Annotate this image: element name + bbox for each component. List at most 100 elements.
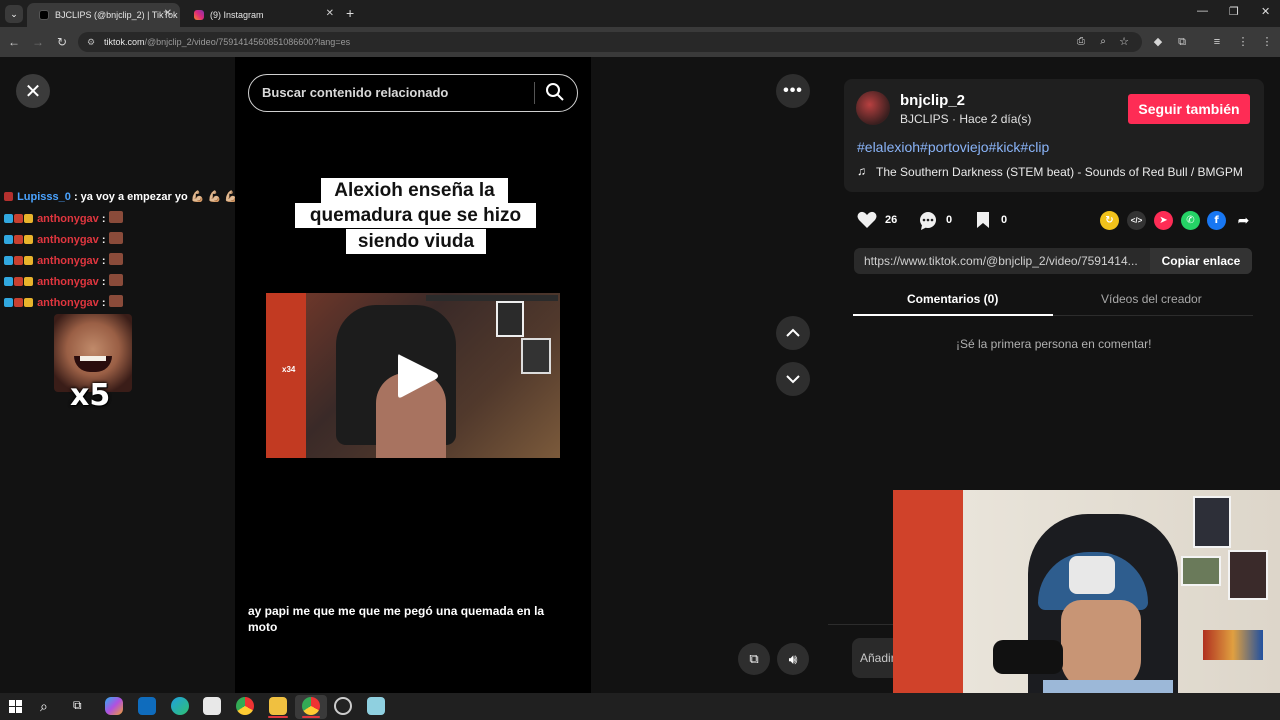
back-icon[interactable]: ← <box>6 33 22 51</box>
chrome-active-icon[interactable] <box>302 697 320 715</box>
instagram-icon <box>194 10 204 20</box>
chat-line: anthonygav : <box>4 295 124 309</box>
tab-list-button[interactable]: ⌄ <box>5 5 23 23</box>
obs-icon[interactable] <box>334 697 352 715</box>
share-link[interactable]: https://www.tiktok.com/@bnjclip_2/video/… <box>864 248 1138 274</box>
author-username[interactable]: bnjclip_2 <box>900 92 965 109</box>
like-icon[interactable] <box>857 211 877 229</box>
menu-icon[interactable]: ⋮ <box>1235 33 1251 51</box>
reload-icon[interactable]: ↻ <box>54 33 70 51</box>
floating-player-button[interactable]: ⧉ <box>738 643 770 675</box>
puzzle-icon[interactable]: ⧉ <box>1174 33 1190 51</box>
taskbar <box>0 693 1280 720</box>
search-divider <box>534 82 535 104</box>
zoom-icon[interactable]: ⌕ <box>1095 33 1111 51</box>
chat-line: anthonygav : <box>4 232 124 246</box>
tab-creator-videos[interactable]: Vídeos del creador <box>1101 292 1202 306</box>
repost-icon[interactable]: ↻ <box>1100 211 1119 230</box>
search-icon[interactable] <box>545 82 565 102</box>
volume-icon: 🔊︎ <box>788 650 798 667</box>
url-path: /@bnjclip_2/video/7591414560851086600?la… <box>144 37 351 47</box>
hashtags[interactable]: #elalexioh#portoviejo#kick#clip <box>857 139 1049 155</box>
tab-tiktok[interactable]: BJCLIPS (@bnjclip_2) | TikTok ✕ <box>27 3 180 27</box>
tab-instagram[interactable]: (9) Instagram ✕ <box>182 3 342 27</box>
comment-count: 0 <box>946 214 953 226</box>
webcam-mic <box>993 640 1063 674</box>
task-view-icon[interactable]: ⧉ <box>73 698 82 713</box>
chat-name: anthonygav <box>37 297 99 309</box>
minimize-button[interactable]: — <box>1197 5 1208 17</box>
send-icon[interactable]: ➤ <box>1154 211 1173 230</box>
chat-name: Lupisss_0 <box>17 191 71 203</box>
music-note-icon: ♫ <box>857 164 866 178</box>
close-video-button[interactable]: ✕ <box>16 74 50 108</box>
sword-badge-icon <box>14 256 23 265</box>
crown-badge-icon <box>24 277 33 286</box>
diamond-badge-icon <box>4 277 13 286</box>
bookmark-icon[interactable] <box>975 211 991 229</box>
sword-badge-icon <box>14 277 23 286</box>
badge-icon <box>4 192 13 201</box>
avatar[interactable] <box>856 91 890 125</box>
emote-icon <box>108 253 123 265</box>
tiktok-icon <box>39 10 49 20</box>
copilot-icon[interactable] <box>105 697 123 715</box>
close-window-button[interactable]: ✕ <box>1261 5 1270 18</box>
active-app-indicator <box>302 716 320 718</box>
video-thumbnail[interactable]: x34 <box>266 293 560 458</box>
play-icon[interactable] <box>394 351 440 401</box>
share-arrow-icon[interactable]: ➦ <box>1234 211 1253 230</box>
file-explorer-icon[interactable] <box>269 697 287 715</box>
start-icon[interactable] <box>9 700 22 713</box>
facebook-icon[interactable]: f <box>1207 211 1226 230</box>
webcam-red-wall <box>893 490 963 720</box>
copy-link-button[interactable]: Copiar enlace <box>1150 248 1252 274</box>
more-icon: ••• <box>783 82 803 99</box>
extension-icon[interactable]: ◆ <box>1150 33 1166 51</box>
emote-teeth <box>80 356 106 361</box>
search-icon[interactable]: ⌕ <box>40 698 48 715</box>
forward-icon[interactable]: → <box>30 33 46 51</box>
restore-button[interactable]: ❐ <box>1229 5 1239 18</box>
notes-app-icon[interactable] <box>367 697 385 715</box>
store-icon[interactable] <box>203 697 221 715</box>
new-tab-button[interactable]: + <box>346 5 354 21</box>
thumb-overlay-text: x34 <box>282 365 296 374</box>
video-caption-line: siendo viuda <box>346 229 486 254</box>
site-info-icon[interactable]: ⚙ <box>87 32 95 52</box>
edge-icon[interactable] <box>171 697 189 715</box>
video-subtitle: ay papi me que me que me pegó una quemad… <box>248 604 545 634</box>
whatsapp-icon[interactable]: ✆ <box>1181 211 1200 230</box>
close-icon: ✕ <box>24 80 42 103</box>
video-caption-line: quemadura que se hizo <box>295 203 536 228</box>
chrome-icon[interactable] <box>236 697 254 715</box>
media-icon[interactable]: ≡ <box>1209 33 1225 51</box>
related-search-input[interactable]: Buscar contenido relacionado <box>248 74 578 112</box>
crown-badge-icon <box>24 256 33 265</box>
bookmark-star-icon[interactable]: ☆ <box>1116 33 1132 51</box>
chat-message: : ya voy a empezar yo 💪🏼 💪🏼 💪🏼 💪🏼 <box>73 191 255 203</box>
follow-button[interactable]: Seguir también <box>1128 94 1250 124</box>
crown-badge-icon <box>24 214 33 223</box>
close-tab-icon[interactable]: ✕ <box>164 8 172 19</box>
video-caption-line: Alexioh enseña la <box>321 178 508 203</box>
close-tab-icon[interactable]: ✕ <box>326 8 334 19</box>
webcam-shelf-toys <box>1203 630 1263 660</box>
address-bar[interactable]: ⚙ tiktok.com/@bnjclip_2/video/7591414560… <box>78 32 1142 52</box>
tab-comments[interactable]: Comentarios (0) <box>907 292 998 306</box>
webcam-poster <box>1228 550 1268 600</box>
overflow-icon[interactable]: ⋮ <box>1259 33 1275 51</box>
music-link[interactable]: The Southern Darkness (STEM beat) - Soun… <box>876 165 1243 179</box>
next-video-button[interactable] <box>776 362 810 396</box>
install-app-icon[interactable]: ⎙ <box>1073 33 1089 51</box>
chat-line: anthonygav : <box>4 274 124 288</box>
comment-icon[interactable] <box>918 211 938 231</box>
emote-icon <box>108 232 123 244</box>
more-options-button[interactable]: ••• <box>776 74 810 108</box>
outlook-icon[interactable] <box>138 697 156 715</box>
chat-message: : <box>101 255 106 267</box>
author-subline: BJCLIPS · Hace 2 día(s) <box>900 112 1032 126</box>
previous-video-button[interactable] <box>776 316 810 350</box>
embed-icon[interactable]: </> <box>1127 211 1146 230</box>
volume-button[interactable]: 🔊︎ <box>777 643 809 675</box>
